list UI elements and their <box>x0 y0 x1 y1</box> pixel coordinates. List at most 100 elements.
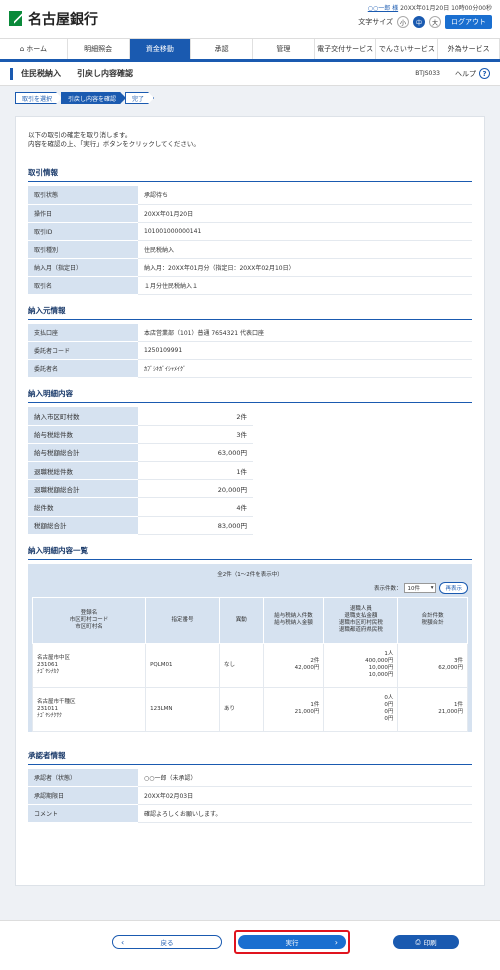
cell-line: ﾅｺﾞﾔｼﾅｶｸ <box>37 668 60 675</box>
nav-item-e-delivery[interactable]: 電子交付サービス <box>315 39 377 59</box>
field-value: 63,000円 <box>138 443 253 463</box>
field-label: 取引名 <box>28 276 138 295</box>
execute-button[interactable]: 実行 › <box>238 935 346 949</box>
header-line: 退職都道府県民税 <box>338 627 383 634</box>
cell-retire: 1人 400,000円 10,000円 10,000円 <box>323 642 399 688</box>
spacer-cell <box>253 425 472 444</box>
font-size-large-button[interactable]: 大 <box>429 16 441 28</box>
column-header-designation: 指定番号 <box>145 596 221 644</box>
header-controls: 文字サイズ 小 中 大 ログアウト <box>358 15 492 29</box>
progress-steps: 取引を選択 引戻し内容を確認 完了 <box>0 86 500 110</box>
print-button[interactable]: ⎙ 印刷 <box>393 935 459 949</box>
main-content: 以下の取引の確定を取り消します。 内容を確認の上、「実行」ボタンをクリックしてく… <box>15 116 485 886</box>
field-label: 退職税額総合計 <box>28 479 138 499</box>
field-label: 総件数 <box>28 497 138 517</box>
spacer-cell <box>253 443 472 462</box>
table-row: 税額総合計 83,000円 <box>28 516 472 535</box>
bank-logo: 名古屋銀行 <box>8 9 98 29</box>
spacer-cell <box>253 516 472 535</box>
section-title-payment-summary: 納入明細内容 <box>28 384 472 403</box>
field-value: 83,000円 <box>138 516 253 535</box>
cell-line: 231011 <box>37 705 58 712</box>
table-row: 支払口座 本店営業部（101）普通 7654321 代表口座 <box>28 323 472 342</box>
redisplay-button[interactable]: 再表示 <box>439 581 468 594</box>
field-label: 納入市区町村数 <box>28 407 138 426</box>
field-value: 1250109991 <box>138 341 472 360</box>
header-line: 異動 <box>235 616 247 623</box>
field-label: 納入月（指定日） <box>28 258 138 277</box>
table-row: 操作日 20XX年01月20日 <box>28 204 472 223</box>
cell-line: 21,000円 <box>294 709 320 716</box>
nav-label: ホーム <box>26 45 48 53</box>
field-value: 2件 <box>138 407 253 426</box>
chevron-down-icon: ▾ <box>430 584 434 591</box>
nav-item-home[interactable]: ⌂ ホーム <box>0 39 68 59</box>
table-row: 承認者（状態） ○○一郎（未承認） <box>28 768 472 788</box>
table-row: 退職税総件数 1件 <box>28 461 472 481</box>
top-bar: 名古屋銀行 ○○一郎 様 20XX年01月20日 10時00分00秒 文字サイズ… <box>0 0 500 38</box>
nav-item-management[interactable]: 管理 <box>253 39 315 59</box>
field-value: 101001000000141 <box>138 222 472 241</box>
nav-item-statements[interactable]: 明細照会 <box>68 39 130 59</box>
field-label: 委託者コード <box>28 341 138 360</box>
cell-retire: 0人 0円 0円 0円 <box>323 686 399 732</box>
table-row: 委託者名 ｶﾌﾞｼｷｶﾞｲｼｬﾒｲｸﾞ <box>28 359 472 378</box>
help-label: ヘルプ <box>455 69 476 78</box>
display-count-value: 10件 <box>407 585 420 592</box>
font-size-label: 文字サイズ <box>358 18 393 26</box>
step-select: 取引を選択 <box>15 92 62 104</box>
column-header-salary: 給与税納入件数 給与税納入金額 <box>262 596 325 644</box>
cell-designation: 123LMN <box>145 686 221 732</box>
table-row: 退職税額総合計 20,000円 <box>28 479 472 499</box>
payment-list-table: 登録名 市区町村コード 市区町村名 指定番号 異動 給与税納入件数 給与税納入金額 退… <box>31 596 468 732</box>
field-value: 4件 <box>138 497 253 517</box>
cell-line: 名古屋市中区 <box>37 654 71 661</box>
cell-line: 21,000円 <box>438 709 463 716</box>
home-icon: ⌂ <box>19 45 25 53</box>
user-name-link[interactable]: ○○一郎 様 <box>368 5 398 12</box>
field-label: 委託者名 <box>28 359 138 378</box>
header-line: 給与税納入金額 <box>274 620 313 627</box>
field-label: 支払口座 <box>28 323 138 342</box>
table-row: コメント 確認よろしくお願いします。 <box>28 804 472 824</box>
nav-item-approval[interactable]: 承認 <box>191 39 254 59</box>
nav-item-densai[interactable]: でんさいサービス <box>376 39 439 59</box>
spacer-cell <box>253 497 472 517</box>
header-line: 税額合計 <box>421 620 444 627</box>
field-value: 3件 <box>138 425 253 444</box>
nav-item-fund-transfer[interactable]: 資金移動 <box>129 39 192 59</box>
cell-change: あり <box>219 686 264 732</box>
result-count: 全2件（1～2件を表示中） <box>217 571 283 578</box>
cell-line: 10,000円 <box>368 672 394 679</box>
column-header-total: 合計件数 税額合計 <box>397 596 468 644</box>
nav-item-forex[interactable]: 外為サービス <box>438 39 500 59</box>
field-value: 承認待ち <box>138 186 472 205</box>
footer-actions: ‹ 戻る 実行 › ⎙ 印刷 <box>0 920 500 970</box>
cell-total: 1件 21,000円 <box>397 686 468 732</box>
back-button[interactable]: ‹ 戻る <box>112 935 222 949</box>
logout-button[interactable]: ログアウト <box>445 15 492 29</box>
font-size-medium-button[interactable]: 中 <box>413 16 425 28</box>
display-count-select[interactable]: 10件 ▾ <box>404 582 437 593</box>
page-id: BTJS033 <box>415 70 440 77</box>
spacer-cell <box>253 461 472 480</box>
field-value: ○○一郎（未承認） <box>138 768 472 788</box>
section-title-payment-list: 納入明細内容一覧 <box>28 541 472 560</box>
transaction-info-table: 取引状態 承認待ち 操作日 20XX年01月20日 取引ID 101001000000… <box>28 186 472 295</box>
header-line: 指定番号 <box>171 616 194 623</box>
field-value: 1件 <box>138 461 253 481</box>
intro-line: 内容を確認の上、「実行」ボタンをクリックしてください。 <box>28 140 200 148</box>
header-line: 市区町村名 <box>75 623 103 630</box>
help-link[interactable]: ヘルプ? <box>455 68 490 79</box>
table-row: 名古屋市中区 231061 ﾅｺﾞﾔｼﾅｶｸ PQLM01 なし 2件 42,000円… <box>31 642 468 688</box>
payment-list-panel: 全2件（1～2件を表示中） 表示件数： 10件 ▾ 再表示 登録名 市区町村コード市… <box>28 563 472 732</box>
table-row: 名古屋市千種区 231011 ﾅｺﾞﾔｼﾁｸｻｸ 123LMN あり 1件 21,00… <box>31 686 468 732</box>
user-info: ○○一郎 様 20XX年01月20日 10時00分00秒 <box>368 3 492 12</box>
cell-line: ﾅｺﾞﾔｼﾁｸｻｸ <box>37 712 62 719</box>
bank-name: 名古屋銀行 <box>28 12 98 28</box>
cell-name: 名古屋市千種区 231011 ﾅｺﾞﾔｼﾁｸｻｸ <box>31 686 147 732</box>
table-row: 承認期限日 20XX年02月03日 <box>28 786 472 806</box>
font-size-small-button[interactable]: 小 <box>397 16 409 28</box>
cell-line: 231061 <box>37 661 58 668</box>
field-value: 本店営業部（101）普通 7654321 代表口座 <box>138 323 472 342</box>
